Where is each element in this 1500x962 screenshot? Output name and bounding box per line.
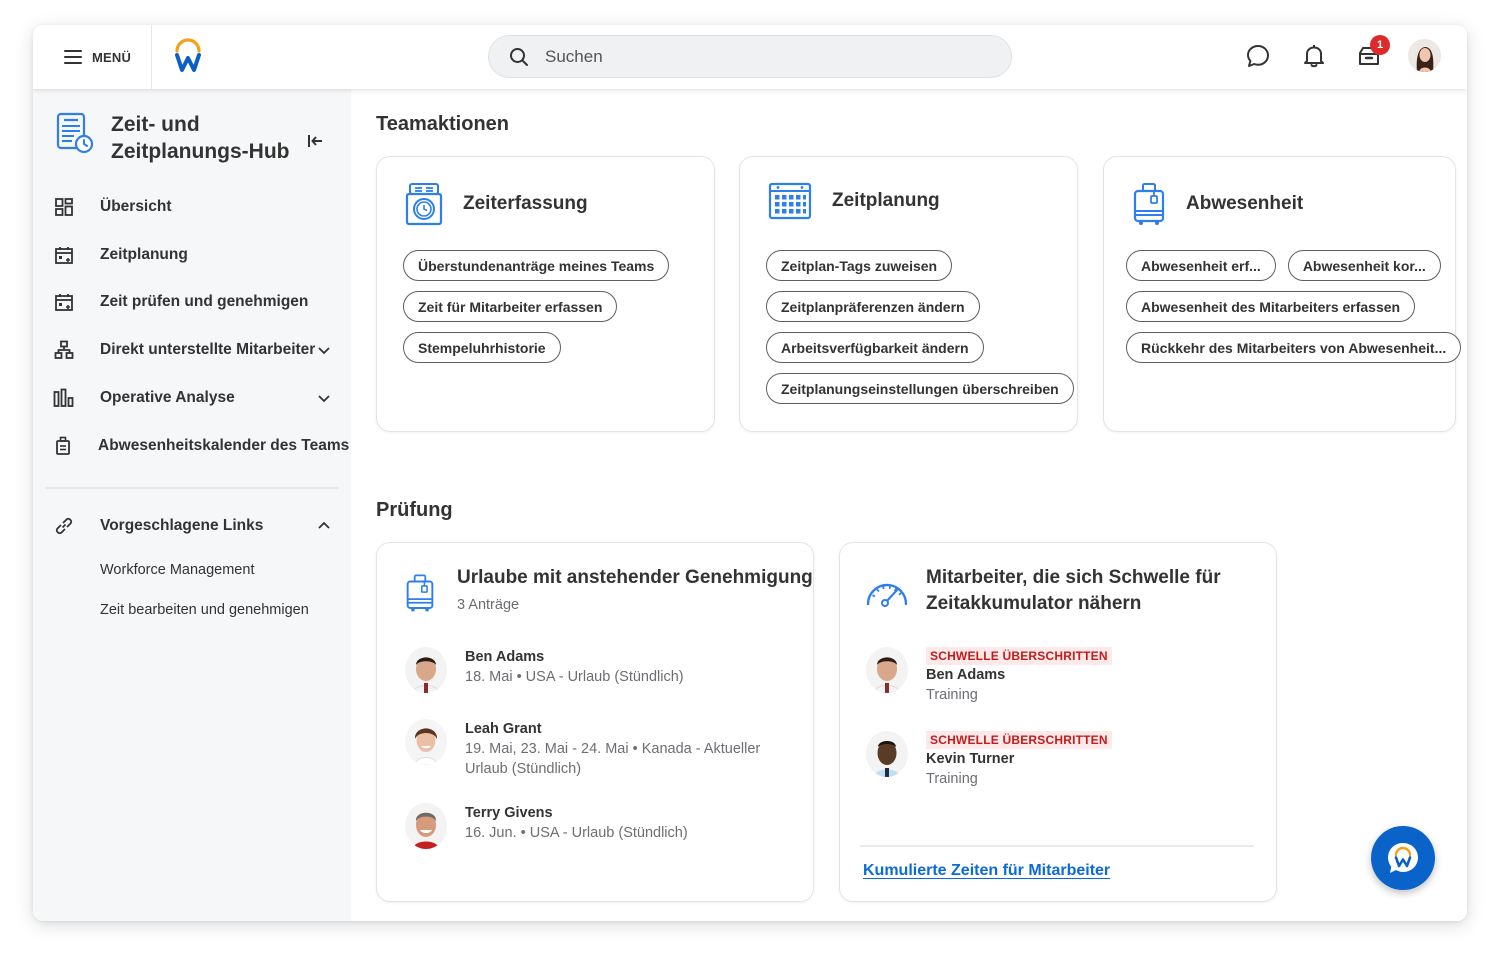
notification-badge: 1 bbox=[1370, 35, 1390, 55]
assistant-button[interactable] bbox=[1371, 826, 1435, 890]
suitcase-icon bbox=[53, 435, 73, 457]
action-chip-enter-absence[interactable]: Abwesenheit erf... bbox=[1126, 250, 1276, 281]
card-accumulator-threshold: Mitarbeiter, die sich Schwelle für Zeita… bbox=[839, 542, 1277, 902]
card-title[interactable]: Urlaube mit anstehender Genehmigung bbox=[457, 567, 813, 589]
list-item[interactable]: SCHWELLE ÜBERSCHRITTEN Kevin Turner Trai… bbox=[866, 731, 1112, 789]
action-chip-overtime-requests[interactable]: Überstundenanträge meines Teams bbox=[403, 250, 670, 281]
avatar bbox=[866, 731, 908, 777]
sidebar-item-direct-reports[interactable]: Direkt unterstellte Mitarbeiter bbox=[53, 335, 331, 365]
action-chip-correct-absence[interactable]: Abwesenheit kor... bbox=[1287, 250, 1441, 281]
avatar bbox=[405, 647, 447, 693]
status-badge: SCHWELLE ÜBERSCHRITTEN bbox=[926, 647, 1112, 665]
action-chip-enter-time-for-worker[interactable]: Zeit für Mitarbeiter erfassen bbox=[403, 291, 618, 322]
hub-title: Zeit- und Zeitplanungs-Hub bbox=[111, 113, 290, 163]
suggested-link-edit-approve-time[interactable]: Zeit bearbeiten und genehmigen bbox=[100, 602, 309, 618]
time-clock-icon bbox=[405, 183, 443, 226]
avatar bbox=[405, 719, 447, 765]
main-content: Teamaktionen Zeiterfassung Überstundenan… bbox=[351, 89, 1467, 921]
suggested-links-toggle[interactable]: Vorgeschlagene Links bbox=[53, 511, 331, 541]
calendar-icon bbox=[53, 244, 75, 266]
card-absence: Abwesenheit Abwesenheit erf... Abwesenhe… bbox=[1103, 156, 1462, 432]
chevron-up-icon[interactable] bbox=[317, 519, 331, 533]
sidebar-item-scheduling[interactable]: Zeitplanung bbox=[53, 240, 331, 270]
calendar-check-icon bbox=[53, 291, 75, 313]
card-title: Zeitplanung bbox=[832, 190, 940, 211]
card-scheduling: Zeitplanung Zeitplan-Tags zuweisen Zeitp… bbox=[739, 156, 1078, 432]
review-heading: Prüfung bbox=[376, 499, 453, 521]
hub-header: Zeit- und Zeitplanungs-Hub bbox=[55, 111, 291, 165]
gauge-icon bbox=[866, 583, 908, 607]
chevron-down-icon[interactable] bbox=[317, 343, 331, 357]
card-title: Abwesenheit bbox=[1186, 193, 1304, 214]
action-chip-change-work-availability[interactable]: Arbeitsverfügbarkeit ändern bbox=[766, 332, 984, 363]
chevron-down-icon[interactable] bbox=[317, 391, 331, 405]
card-pending-leave: Urlaube mit anstehender Genehmigung 3 An… bbox=[376, 542, 814, 902]
chat-icon[interactable] bbox=[1245, 43, 1271, 69]
list-item[interactable]: Leah Grant 19. Mai, 23. Mai - 24. Mai • … bbox=[405, 719, 805, 779]
user-avatar[interactable] bbox=[1408, 39, 1441, 72]
luggage-icon bbox=[406, 574, 434, 612]
bell-icon[interactable] bbox=[1301, 43, 1327, 69]
avatar bbox=[405, 803, 447, 849]
search-bar[interactable] bbox=[488, 35, 1012, 78]
bar-chart-icon bbox=[53, 387, 75, 409]
card-time-tracking: Zeiterfassung Überstundenanträge meines … bbox=[376, 156, 715, 432]
top-bar: MENÜ 1 bbox=[33, 25, 1467, 89]
dashboard-icon bbox=[53, 196, 75, 218]
action-chip-override-schedule-settings[interactable]: Zeitplanungseinstellungen überschreiben bbox=[766, 373, 1074, 404]
menu-icon bbox=[64, 50, 82, 64]
action-chip-return-from-absence[interactable]: Rückkehr des Mitarbeiters von Abwesenhei… bbox=[1126, 332, 1462, 363]
sidebar: Zeit- und Zeitplanungs-Hub Übersicht Zei… bbox=[33, 89, 351, 921]
workday-logo[interactable] bbox=[173, 37, 203, 73]
sidebar-divider bbox=[45, 487, 339, 489]
collapse-sidebar-icon[interactable] bbox=[305, 131, 325, 151]
card-title: Zeiterfassung bbox=[463, 193, 588, 214]
sidebar-item-overview[interactable]: Übersicht bbox=[53, 192, 331, 222]
card-title[interactable]: Mitarbeiter, die sich Schwelle für Zeita… bbox=[926, 565, 1226, 617]
avatar bbox=[866, 647, 908, 693]
search-input[interactable] bbox=[545, 46, 965, 67]
sidebar-item-review-approve[interactable]: Zeit prüfen und genehmigen bbox=[53, 287, 331, 317]
timesheet-icon bbox=[56, 112, 94, 154]
card-divider bbox=[860, 845, 1254, 847]
workday-assistant-icon bbox=[1388, 843, 1418, 873]
team-actions-heading: Teamaktionen bbox=[376, 113, 509, 135]
accumulated-time-link[interactable]: Kumulierte Zeiten für Mitarbeiter bbox=[863, 862, 1110, 880]
list-item[interactable]: Ben Adams 18. Mai • USA - Urlaub (Stündl… bbox=[405, 647, 805, 693]
action-chip-change-schedule-preferences[interactable]: Zeitplanpräferenzen ändern bbox=[766, 291, 980, 322]
suggested-link-workforce-management[interactable]: Workforce Management bbox=[100, 562, 254, 578]
action-chip-enter-worker-absence[interactable]: Abwesenheit des Mitarbeiters erfassen bbox=[1126, 291, 1416, 322]
luggage-icon bbox=[1133, 183, 1165, 225]
menu-button[interactable]: MENÜ bbox=[33, 25, 152, 89]
list-item[interactable]: SCHWELLE ÜBERSCHRITTEN Ben Adams Trainin… bbox=[866, 647, 1112, 705]
org-chart-icon bbox=[53, 339, 75, 361]
request-count: 3 Anträge bbox=[457, 597, 520, 613]
action-chip-time-clock-history[interactable]: Stempeluhrhistorie bbox=[403, 332, 561, 363]
action-chip-assign-schedule-tags[interactable]: Zeitplan-Tags zuweisen bbox=[766, 250, 953, 281]
search-icon bbox=[510, 47, 528, 66]
menu-label: MENÜ bbox=[92, 49, 132, 65]
calendar-grid-icon bbox=[768, 182, 812, 220]
sidebar-item-team-absence-calendar[interactable]: Abwesenheitskalender des Teams bbox=[53, 431, 349, 461]
list-item[interactable]: Terry Givens 16. Jun. • USA - Urlaub (St… bbox=[405, 803, 805, 849]
status-badge: SCHWELLE ÜBERSCHRITTEN bbox=[926, 731, 1112, 749]
link-icon bbox=[53, 515, 75, 537]
app-window: MENÜ 1 bbox=[33, 25, 1467, 921]
sidebar-item-operative-analysis[interactable]: Operative Analyse bbox=[53, 383, 331, 413]
